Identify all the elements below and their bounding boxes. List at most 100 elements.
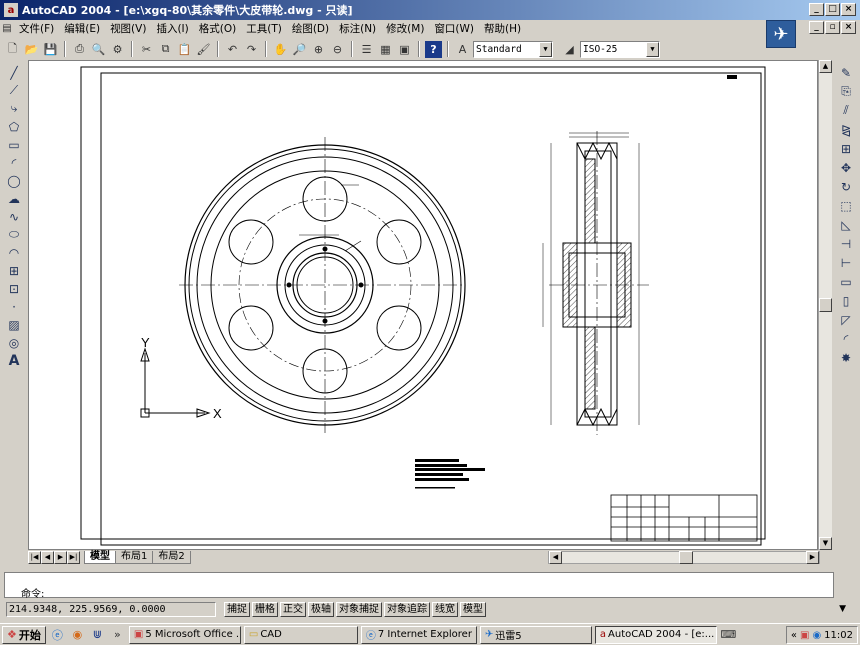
task-office[interactable]: ▣ 5 Microsoft Office ... [128, 625, 241, 644]
rectangle-icon[interactable]: ▭ [5, 136, 23, 153]
quick-launch-more-icon[interactable]: » [109, 626, 126, 643]
copy-object-icon[interactable]: ⎘ [837, 83, 855, 100]
fillet-icon[interactable]: ◜ [837, 330, 855, 347]
menu-help[interactable]: 帮助(H) [479, 21, 526, 36]
region-icon[interactable]: ◎ [5, 334, 23, 351]
menu-tools[interactable]: 工具(T) [241, 21, 287, 36]
clock[interactable]: 11:02 [824, 630, 853, 641]
construction-line-icon[interactable]: ⟋ [5, 82, 23, 99]
tab-last-icon[interactable]: ▶| [67, 551, 80, 564]
tray-expand-icon[interactable]: « [791, 630, 797, 641]
menu-file[interactable]: 文件(F) [14, 21, 59, 36]
vertical-scrollbar[interactable]: ▲ ▼ [818, 60, 832, 550]
zoom-window-icon[interactable]: ⊕ [310, 41, 327, 58]
keyboard-icon[interactable]: ⌨ [720, 626, 737, 643]
line-icon[interactable]: ╱ [5, 64, 23, 81]
text-style-select[interactable]: Standard ▼ [473, 40, 553, 58]
menu-dimension[interactable]: 标注(N) [334, 21, 381, 36]
close-button[interactable]: × [841, 3, 856, 16]
offset-icon[interactable]: ⧎ [837, 121, 855, 138]
tab-next-icon[interactable]: ▶ [54, 551, 67, 564]
paste-icon[interactable]: 📋 [176, 41, 193, 58]
ellipse-icon[interactable]: ⬭ [5, 226, 23, 243]
revision-cloud-icon[interactable]: ☁ [5, 190, 23, 207]
polar-toggle[interactable]: 极轴 [308, 601, 334, 617]
array-icon[interactable]: ⊞ [837, 140, 855, 157]
save-icon[interactable]: 💾 [42, 41, 59, 58]
redo-icon[interactable]: ↷ [243, 41, 260, 58]
scroll-left-icon[interactable]: ◀ [549, 551, 562, 564]
doc-close-button[interactable]: × [841, 21, 856, 34]
multiline-text-icon[interactable]: A [5, 352, 23, 369]
text-style-icon[interactable]: A [454, 41, 471, 58]
zoom-previous-icon[interactable]: ⊖ [329, 41, 346, 58]
spline-icon[interactable]: ∿ [5, 208, 23, 225]
dim-style-icon[interactable]: ◢ [561, 41, 578, 58]
doc-restore-button[interactable]: ▫ [825, 21, 840, 34]
polygon-icon[interactable]: ⬠ [5, 118, 23, 135]
new-file-icon[interactable]: 🗋 [4, 41, 21, 58]
scroll-right-icon[interactable]: ▶ [806, 551, 819, 564]
scroll-up-icon[interactable]: ▲ [819, 60, 832, 73]
lineweight-toggle[interactable]: 线宽 [432, 601, 458, 617]
pan-icon[interactable]: ✋ [272, 41, 289, 58]
quick-launch-media-icon[interactable]: ◉ [69, 626, 86, 643]
snap-toggle[interactable]: 捕捉 [224, 601, 250, 617]
undo-icon[interactable]: ↶ [224, 41, 241, 58]
insert-block-icon[interactable]: ⊞ [5, 262, 23, 279]
command-prompt[interactable]: 命令: [21, 585, 44, 600]
scale-icon[interactable]: ⬚ [837, 197, 855, 214]
menu-view[interactable]: 视图(V) [105, 21, 151, 36]
trim-icon[interactable]: ⊣ [837, 235, 855, 252]
stretch-icon[interactable]: ◺ [837, 216, 855, 233]
task-ie[interactable]: ⓔ 7 Internet Explorer [360, 625, 477, 644]
arc-icon[interactable]: ◜ [5, 154, 23, 171]
volume-icon[interactable]: ◉ [812, 630, 821, 641]
publish-icon[interactable]: ⚙ [109, 41, 126, 58]
document-icon[interactable]: ▤ [0, 22, 14, 36]
rotate-icon[interactable]: ↻ [837, 178, 855, 195]
circle-icon[interactable]: ◯ [5, 172, 23, 189]
status-menu-icon[interactable]: ▼ [839, 604, 846, 614]
doc-minimize-button[interactable]: _ [809, 21, 824, 34]
hatch-icon[interactable]: ▨ [5, 316, 23, 333]
menu-window[interactable]: 窗口(W) [429, 21, 479, 36]
task-autocad[interactable]: a AutoCAD 2004 - [e:... [594, 625, 717, 644]
maximize-button[interactable]: □ [825, 3, 840, 16]
ortho-toggle[interactable]: 正交 [280, 601, 306, 617]
print-icon[interactable]: ⎙ [71, 41, 88, 58]
scroll-down-icon[interactable]: ▼ [819, 537, 832, 550]
design-center-icon[interactable]: ▦ [377, 41, 394, 58]
tab-layout2[interactable]: 布局2 [152, 551, 191, 564]
break-at-point-icon[interactable]: ▯ [837, 292, 855, 309]
start-button[interactable]: ❖ 开始 [2, 625, 46, 644]
break-icon[interactable]: ▭ [837, 273, 855, 290]
autocad-app-icon[interactable]: a [4, 3, 18, 17]
ellipse-arc-icon[interactable]: ◠ [5, 244, 23, 261]
menu-format[interactable]: 格式(O) [194, 21, 241, 36]
tool-palettes-icon[interactable]: ▣ [396, 41, 413, 58]
drawing-canvas[interactable]: Y X [28, 60, 818, 550]
task-thunder[interactable]: ✈ 迅雷5 [479, 625, 592, 644]
tab-layout1[interactable]: 布局1 [115, 551, 154, 564]
match-properties-icon[interactable]: 🖌 [195, 41, 212, 58]
menu-draw[interactable]: 绘图(D) [287, 21, 334, 36]
copy-icon[interactable]: ⧉ [157, 41, 174, 58]
zoom-realtime-icon[interactable]: 🔎 [291, 41, 308, 58]
minimize-button[interactable]: _ [809, 3, 824, 16]
horizontal-scrollbar[interactable]: ◀ ▶ [548, 551, 820, 564]
mirror-icon[interactable]: ⫽ [837, 102, 855, 119]
cut-icon[interactable]: ✂ [138, 41, 155, 58]
menu-modify[interactable]: 修改(M) [381, 21, 429, 36]
tab-first-icon[interactable]: |◀ [28, 551, 41, 564]
hscroll-thumb[interactable] [679, 551, 693, 564]
chevron-down-icon[interactable]: ▼ [646, 41, 659, 57]
properties-icon[interactable]: ☰ [358, 41, 375, 58]
osnap-toggle[interactable]: 对象捕捉 [336, 601, 382, 617]
otrack-toggle[interactable]: 对象追踪 [384, 601, 430, 617]
print-preview-icon[interactable]: 🔍 [90, 41, 107, 58]
chamfer-icon[interactable]: ◸ [837, 311, 855, 328]
dim-style-select[interactable]: ISO-25 ▼ [580, 40, 660, 58]
extend-icon[interactable]: ⊢ [837, 254, 855, 271]
chevron-down-icon[interactable]: ▼ [539, 41, 552, 57]
